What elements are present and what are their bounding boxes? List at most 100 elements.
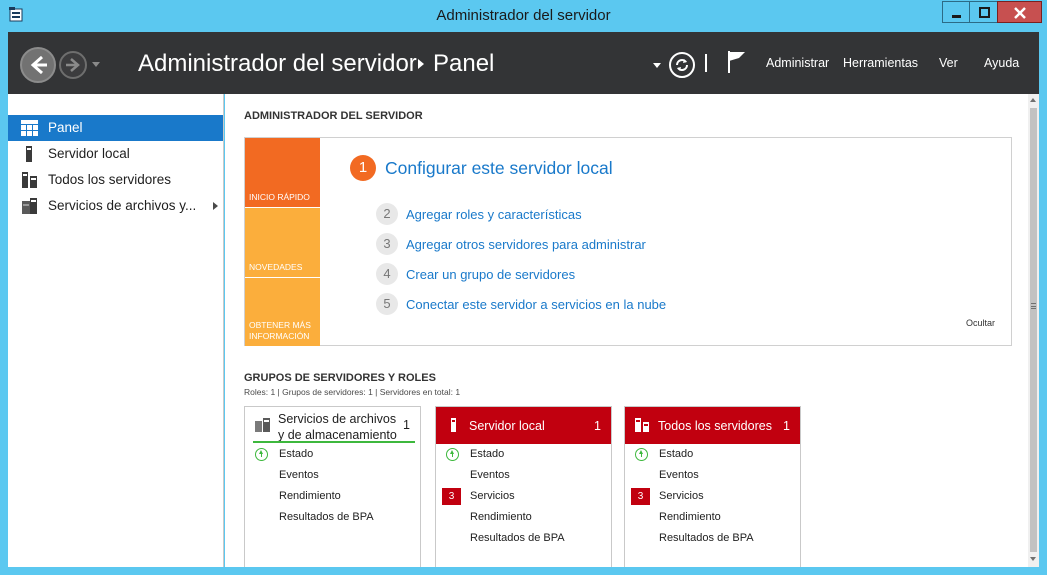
- title-bar[interactable]: Administrador del servidor: [0, 0, 1047, 32]
- sidebar-item-label: Panel: [48, 120, 83, 135]
- link-crear-grupo[interactable]: Crear un grupo de servidores: [406, 267, 575, 282]
- link-agregar-servidores[interactable]: Agregar otros servidores para administra…: [406, 237, 646, 252]
- tile-obtener-info[interactable]: OBTENER MÁS INFORMACIÓN: [245, 277, 320, 346]
- card-row-servicios[interactable]: 3 Servicios: [625, 487, 800, 507]
- header-dropdown-icon[interactable]: [653, 63, 661, 68]
- card-row-bpa[interactable]: Resultados de BPA: [245, 508, 420, 528]
- card-row-eventos[interactable]: Eventos: [245, 466, 420, 486]
- expand-chevron-icon[interactable]: [213, 202, 218, 210]
- row-label: Estado: [279, 448, 314, 460]
- welcome-section-title: ADMINISTRADOR DEL SERVIDOR: [244, 110, 423, 122]
- menu-administrar[interactable]: Administrar: [766, 56, 829, 70]
- row-label: Estado: [470, 448, 505, 460]
- row-label: Rendimiento: [659, 511, 721, 523]
- window-title: Administrador del servidor: [436, 7, 611, 24]
- row-label: Servicios: [659, 490, 704, 502]
- history-dropdown-icon[interactable]: [92, 62, 100, 67]
- vertical-scrollbar[interactable]: [1028, 94, 1039, 567]
- minimize-icon: [952, 15, 961, 18]
- tile-label: NOVEDADES: [249, 262, 303, 272]
- groups-summary: Roles: 1 | Grupos de servidores: 1 | Ser…: [244, 387, 461, 397]
- card-row-estado[interactable]: Estado: [625, 445, 800, 465]
- link-conectar-nube[interactable]: Conectar este servidor a servicios en la…: [406, 297, 666, 312]
- card-row-rendimiento[interactable]: Rendimiento: [245, 487, 420, 507]
- maximize-icon: [979, 7, 990, 18]
- app-window: Administrador del servidor Administrador…: [0, 0, 1047, 575]
- tile-novedades[interactable]: NOVEDADES: [245, 207, 320, 277]
- scrollbar-thumb[interactable]: [1030, 108, 1037, 552]
- window-border: [0, 567, 1047, 575]
- sidebar-item-servidor-local[interactable]: Servidor local: [8, 141, 223, 167]
- tile-inicio-rapido[interactable]: INICIO RÁPIDO: [245, 138, 320, 207]
- card-row-estado[interactable]: Estado: [245, 445, 420, 465]
- step-number-badge: 5: [376, 293, 398, 315]
- groups-section-title: GRUPOS DE SERVIDORES Y ROLES: [244, 372, 436, 384]
- sidebar-item-panel[interactable]: Panel: [8, 115, 223, 141]
- app-header: Administrador del servidor Panel Adminis…: [8, 32, 1039, 94]
- dashboard-content: ADMINISTRADOR DEL SERVIDOR INICIO RÁPIDO…: [225, 94, 1028, 567]
- scroll-up-icon[interactable]: [1030, 98, 1036, 102]
- step-number-badge: 4: [376, 263, 398, 285]
- back-button[interactable]: [20, 47, 56, 83]
- card-row-rendimiento[interactable]: Rendimiento: [625, 508, 800, 528]
- file-services-icon: [255, 418, 270, 432]
- menu-herramientas[interactable]: Herramientas: [843, 56, 918, 70]
- tile-label: OBTENER MÁS INFORMACIÓN: [249, 320, 311, 341]
- maximize-button[interactable]: [969, 1, 998, 23]
- breadcrumb-root[interactable]: Administrador del servidor: [138, 50, 417, 78]
- card-row-estado[interactable]: Estado: [436, 445, 611, 465]
- role-card-todos-servidores[interactable]: Todos los servidores 1 Estado Eventos 3 …: [624, 406, 801, 567]
- card-count: 1: [594, 419, 601, 433]
- arrow-left-icon: [30, 55, 47, 75]
- header-divider: [705, 54, 707, 72]
- refresh-button[interactable]: [669, 52, 695, 78]
- card-header[interactable]: Servidor local 1: [436, 407, 611, 444]
- row-label: Resultados de BPA: [470, 532, 565, 544]
- card-header[interactable]: Todos los servidores 1: [625, 407, 800, 444]
- menu-ver[interactable]: Ver: [939, 56, 958, 70]
- card-row-bpa[interactable]: Resultados de BPA: [625, 529, 800, 549]
- welcome-tile: INICIO RÁPIDO NOVEDADES OBTENER MÁS INFO…: [244, 137, 1012, 346]
- notifications-flag-icon[interactable]: [726, 49, 748, 75]
- sidebar-item-label: Servidor local: [48, 146, 130, 161]
- close-button[interactable]: [997, 1, 1042, 23]
- role-card-servicios-archivos[interactable]: Servicios de archivos y de almacenamient…: [244, 406, 421, 567]
- link-configurar-servidor[interactable]: Configurar este servidor local: [385, 158, 613, 179]
- card-row-bpa[interactable]: Resultados de BPA: [436, 529, 611, 549]
- status-underline: [253, 441, 415, 443]
- hide-link[interactable]: Ocultar: [966, 318, 995, 328]
- server-icon: [26, 146, 32, 162]
- link-agregar-roles[interactable]: Agregar roles y características: [406, 207, 582, 222]
- card-count: 1: [403, 418, 410, 432]
- card-row-eventos[interactable]: Eventos: [625, 466, 800, 486]
- role-card-servidor-local[interactable]: Servidor local 1 Estado Eventos 3 Servic…: [435, 406, 612, 567]
- alert-count-badge: 3: [442, 488, 461, 505]
- scroll-down-icon[interactable]: [1030, 557, 1036, 561]
- server-icon: [451, 418, 456, 432]
- card-row-eventos[interactable]: Eventos: [436, 466, 611, 486]
- scroll-grip-icon: [1031, 303, 1036, 309]
- forward-button[interactable]: [59, 51, 87, 79]
- menu-ayuda[interactable]: Ayuda: [984, 56, 1019, 70]
- card-title: Servicios de archivos y de almacenamient…: [278, 412, 397, 442]
- sidebar-item-todos-servidores[interactable]: Todos los servidores: [8, 167, 223, 193]
- row-label: Resultados de BPA: [279, 511, 374, 523]
- servers-icon: [22, 172, 37, 188]
- close-icon: [1014, 7, 1026, 19]
- refresh-icon: [676, 59, 688, 71]
- servers-icon: [635, 418, 649, 432]
- row-label: Eventos: [279, 469, 319, 481]
- status-ok-icon: [255, 448, 268, 461]
- sidebar-item-label: Servicios de archivos y...: [48, 198, 197, 213]
- tile-label: INICIO RÁPIDO: [249, 192, 310, 202]
- sidebar-item-servicios-archivos[interactable]: Servicios de archivos y...: [8, 193, 223, 219]
- step-number-badge: 3: [376, 233, 398, 255]
- row-label: Resultados de BPA: [659, 532, 754, 544]
- breadcrumb-separator-icon: [418, 59, 424, 69]
- card-header[interactable]: Servicios de archivos y de almacenamient…: [245, 407, 420, 444]
- file-services-icon: [22, 198, 37, 214]
- step-number-badge: 2: [376, 203, 398, 225]
- card-row-servicios[interactable]: 3 Servicios: [436, 487, 611, 507]
- card-row-rendimiento[interactable]: Rendimiento: [436, 508, 611, 528]
- minimize-button[interactable]: [942, 1, 970, 23]
